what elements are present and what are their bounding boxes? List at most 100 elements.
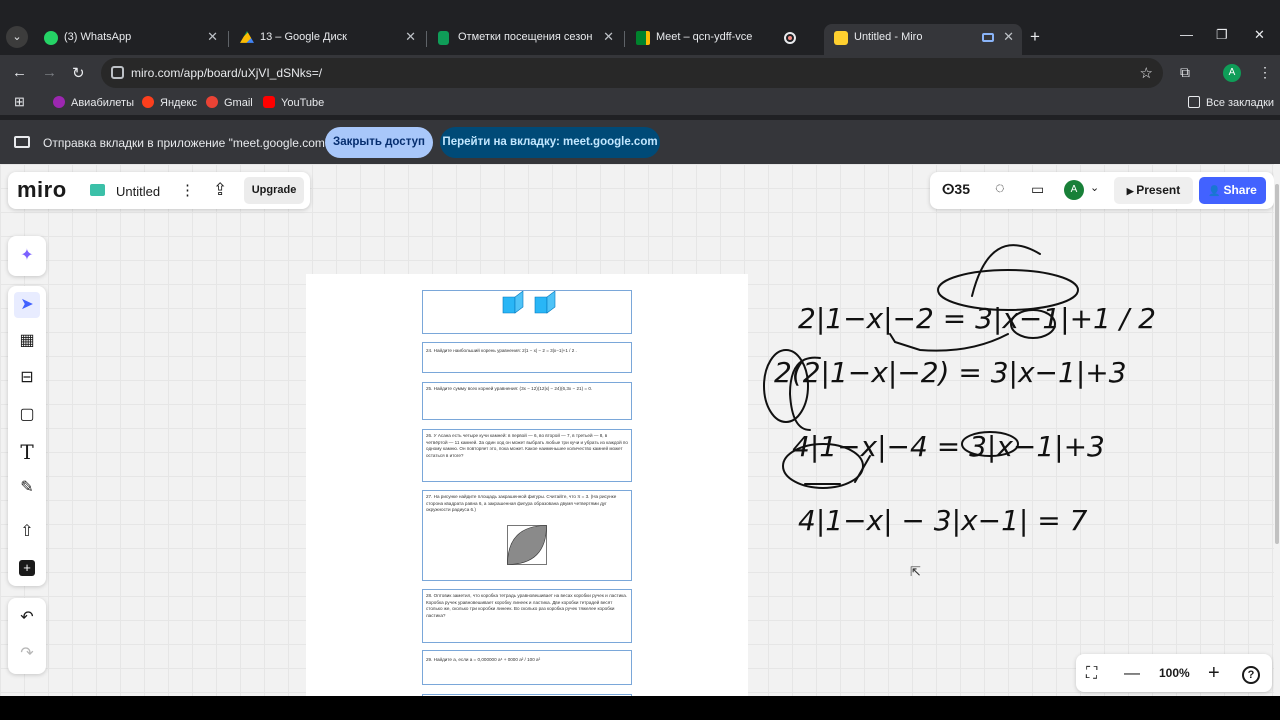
all-bookmarks[interactable]: Все закладки xyxy=(1188,96,1274,109)
share-label: Share xyxy=(1223,183,1257,197)
question-text: 28. Оптовик заметил, что коробка тетрадь… xyxy=(426,593,628,618)
youtube-icon xyxy=(263,96,275,108)
text-icon[interactable]: T xyxy=(14,439,40,465)
export-upload-icon[interactable]: ⇪ xyxy=(213,180,227,200)
tab-whatsapp[interactable]: (3) WhatsApp ✕ xyxy=(34,24,226,55)
fit-to-screen-icon[interactable]: ⛶ xyxy=(1086,665,1097,683)
equation-line-3: 4|1−x|−4 = 3|x−1|+3 xyxy=(792,430,1105,463)
miro-board-canvas[interactable]: miro Untitled ⋮ ⇪ Upgrade ⵙ35 ◌ ▭ A ⌄ ▶ … xyxy=(0,164,1274,696)
select-cursor-icon[interactable]: ➤ xyxy=(14,292,40,318)
present-label: Present xyxy=(1136,183,1181,197)
minimize-icon[interactable]: — xyxy=(1180,27,1193,42)
board-title[interactable]: Untitled xyxy=(116,184,160,199)
worksheet-image[interactable]: 24. Найдите наибольший корень уравнения:… xyxy=(306,274,748,696)
globe-icon xyxy=(53,96,65,108)
zoom-level[interactable]: 100% xyxy=(1159,666,1190,680)
address-bar[interactable]: miro.com/app/board/uXjVI_dSNks=/ ☆ xyxy=(101,58,1163,88)
tab-sharing-bar: Отправка вкладки в приложение "meet.goog… xyxy=(0,119,1280,164)
help-icon[interactable]: ? xyxy=(1242,665,1260,684)
add-user-icon: 👤 xyxy=(1208,186,1224,197)
miro-icon xyxy=(834,31,848,45)
tab-search-chevron-icon[interactable]: ⌄ xyxy=(6,26,28,48)
video-call-icon[interactable]: ▭ xyxy=(1031,181,1044,198)
board-icon xyxy=(90,184,105,196)
reload-icon[interactable]: ↻ xyxy=(72,64,85,82)
question-box-25: 25. Найдите сумму всех корней уравнения:… xyxy=(422,382,632,420)
upgrade-button[interactable]: Upgrade xyxy=(244,177,304,204)
close-icon[interactable]: ✕ xyxy=(405,29,416,45)
undo-icon[interactable]: ↶ xyxy=(14,605,40,631)
tab-label: (3) WhatsApp xyxy=(64,31,132,43)
tab-google-sheets[interactable]: Отметки посещения сезон 24 ✕ xyxy=(428,24,622,55)
zoom-toolbar: ⛶ — 100% + ? xyxy=(1076,654,1272,692)
ai-sparkle-icon[interactable]: ✦ xyxy=(14,243,40,269)
back-arrow-icon[interactable]: ← xyxy=(12,64,27,81)
close-icon[interactable]: ✕ xyxy=(1003,29,1014,45)
google-meet-icon xyxy=(636,31,650,45)
tab-label: Untitled - Miro xyxy=(854,31,923,43)
question-box-23 xyxy=(422,290,632,334)
whatsapp-icon xyxy=(44,31,58,45)
question-text: 29. Найдите a, если a = 0,000000 a⁴ + 00… xyxy=(426,657,541,662)
board-menu-kebab-icon[interactable]: ⋮ xyxy=(180,181,195,199)
pen-icon[interactable]: ✎ xyxy=(14,475,40,501)
bookmark-aviabilety[interactable]: Авиабилеты xyxy=(53,96,134,109)
letterbox-bottom xyxy=(0,696,1280,720)
tab-separator xyxy=(624,31,625,47)
redo-icon[interactable]: ↷ xyxy=(14,641,40,667)
present-button[interactable]: ▶ Present xyxy=(1114,177,1193,204)
site-info-icon[interactable] xyxy=(111,66,124,79)
profile-avatar[interactable]: A xyxy=(1223,64,1241,82)
comments-icon[interactable]: ◌ xyxy=(995,180,1005,198)
miro-logo[interactable]: miro xyxy=(17,177,67,203)
go-to-tab-button[interactable]: Перейти на вкладку: meet.google.com xyxy=(440,127,660,158)
forward-arrow-icon[interactable]: → xyxy=(42,64,57,81)
url-text: miro.com/app/board/uXjVI_dSNks=/ xyxy=(131,66,323,80)
bookmark-youtube[interactable]: YouTube xyxy=(263,96,324,109)
new-tab-plus-icon[interactable]: + xyxy=(1030,27,1040,47)
tab-label: 13 – Google Диск xyxy=(260,31,347,43)
sticky-note-icon[interactable]: ▢ xyxy=(14,402,40,428)
tab-miro[interactable]: Untitled - Miro ✕ xyxy=(824,24,1022,55)
bookmark-yandex[interactable]: Яндекс xyxy=(142,96,197,109)
zoom-in-plus-icon[interactable]: + xyxy=(1208,662,1220,685)
tab-google-drive[interactable]: 13 – Google Диск ✕ xyxy=(230,24,424,55)
question-text: 24. Найдите наибольший корень уравнения:… xyxy=(426,348,577,353)
close-icon[interactable]: ✕ xyxy=(207,29,218,45)
apps-grid-icon[interactable]: ⊞ xyxy=(14,94,25,110)
left-toolbar: ➤ ▦ ⊟ ▢ T ✎ ⇧ + xyxy=(8,286,46,586)
mouse-cursor-icon: ⇱ xyxy=(910,564,921,579)
share-button[interactable]: 👤 Share xyxy=(1199,177,1266,204)
extensions-icon[interactable]: ⧉ xyxy=(1180,64,1190,81)
menu-kebab-icon[interactable]: ⋮ xyxy=(1258,64,1272,81)
yandex-icon xyxy=(142,96,154,108)
templates-icon[interactable]: ▦ xyxy=(14,328,40,354)
chevron-down-icon[interactable]: ⌄ xyxy=(1090,181,1099,194)
folder-icon xyxy=(1188,96,1200,108)
undo-redo-panel: ↶ ↷ xyxy=(8,598,46,674)
zoom-out-minus-icon[interactable]: — xyxy=(1124,665,1140,683)
scrollbar-thumb[interactable] xyxy=(1275,184,1279,544)
question-box-27: 27. На рисунке найдите площадь закрашенн… xyxy=(422,490,632,581)
upload-icon[interactable]: ⇧ xyxy=(14,519,40,545)
restore-icon[interactable]: ❐ xyxy=(1216,27,1228,43)
board-scrollbar[interactable] xyxy=(1274,164,1280,696)
bookmark-star-icon[interactable]: ☆ xyxy=(1140,64,1153,82)
google-icon xyxy=(206,96,218,108)
tab-google-meet[interactable]: Meet – qcn-ydff-vce xyxy=(626,24,820,55)
close-icon[interactable]: ✕ xyxy=(603,29,614,45)
reactions-icon[interactable]: ⵙ35 xyxy=(942,181,970,198)
bookmarks-bar: ⊞ Авиабилеты Яндекс Gmail YouTube Все за… xyxy=(0,91,1280,115)
all-bookmarks-label: Все закладки xyxy=(1206,97,1275,109)
stop-sharing-button[interactable]: Закрыть доступ xyxy=(325,127,433,158)
frame-icon[interactable]: ⊟ xyxy=(14,365,40,391)
bookmark-gmail[interactable]: Gmail xyxy=(206,96,253,109)
ai-panel: ✦ xyxy=(8,236,46,276)
more-tools-plus-icon[interactable]: + xyxy=(14,555,40,581)
window-close-icon[interactable]: ✕ xyxy=(1254,27,1265,43)
question-box-26: 26. У Асана есть четыре кучи камней: в п… xyxy=(422,429,632,482)
tab-separator xyxy=(426,31,427,47)
collaborator-avatar[interactable]: A xyxy=(1064,180,1084,200)
screen: ⌄ (3) WhatsApp ✕ 13 – Google Диск ✕ Отме… xyxy=(0,0,1280,720)
miro-board-header: miro Untitled ⋮ ⇪ Upgrade xyxy=(8,172,310,209)
